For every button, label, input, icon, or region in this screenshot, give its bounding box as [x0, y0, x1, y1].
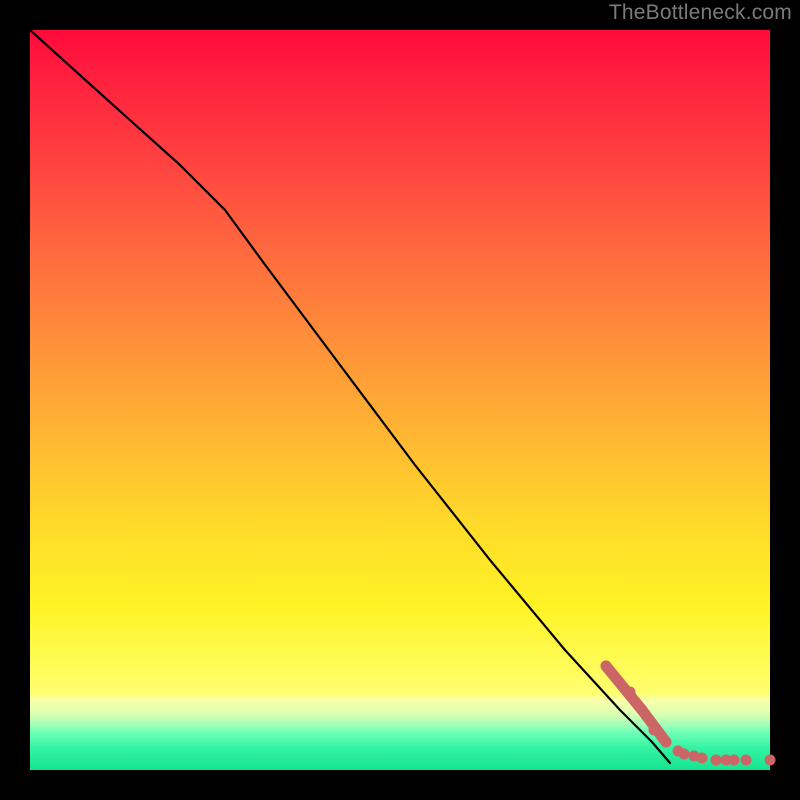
chart-frame: TheBottleneck.com [0, 0, 800, 800]
red-dot [637, 705, 648, 716]
red-dots [601, 661, 776, 766]
watermark-text: TheBottleneck.com [609, 1, 792, 25]
red-dot [601, 661, 612, 672]
red-dot [679, 749, 690, 760]
red-dot [649, 725, 660, 736]
red-dot [711, 755, 722, 766]
red-dot [661, 737, 672, 748]
red-dot [765, 755, 776, 766]
plot-area [30, 30, 770, 770]
red-dot [741, 755, 752, 766]
red-dot [697, 753, 708, 764]
red-dot [625, 687, 636, 698]
chart-overlay [30, 30, 770, 770]
black-curve [30, 30, 670, 763]
red-dot [729, 755, 740, 766]
red-thick-line [606, 666, 642, 710]
